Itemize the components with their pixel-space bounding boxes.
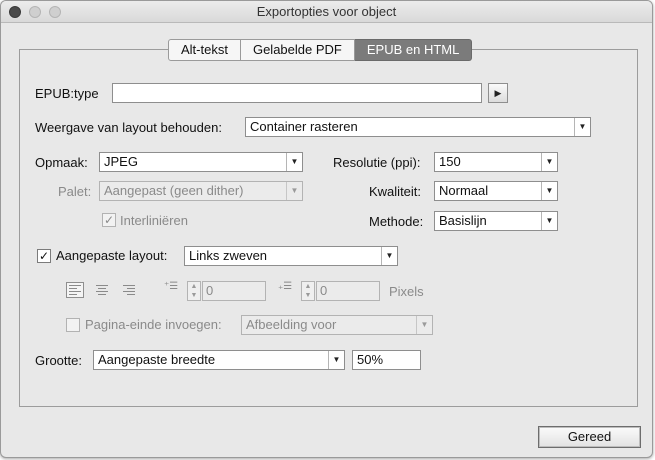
chevron-down-icon: ▼	[381, 247, 397, 265]
chevron-down-icon: ▼	[416, 316, 432, 334]
epub-type-menu-button[interactable]: ▶	[488, 83, 508, 103]
chevron-down-icon: ▼	[286, 182, 302, 200]
palette-value: Aangepast (geen dither)	[104, 183, 244, 198]
checkmark-icon: ✓	[103, 213, 115, 227]
space-after-input[interactable]: 0	[316, 281, 380, 301]
space-after-stepper[interactable]: ▲ ▼	[301, 281, 315, 301]
size-label: Grootte:	[35, 353, 82, 368]
chevron-down-icon: ▼	[574, 118, 590, 136]
chevron-down-icon: ▼	[541, 182, 557, 200]
space-before-icon: ⁺☰	[164, 281, 179, 292]
spacing-unit-label: Pixels	[389, 284, 424, 299]
resolution-value: 150	[439, 154, 461, 169]
align-center-icon[interactable]	[93, 282, 111, 298]
method-value: Basislijn	[439, 213, 487, 228]
chevron-down-icon: ▼	[541, 212, 557, 230]
resolution-select[interactable]: 150 ▼	[434, 152, 558, 172]
chevron-down-icon: ▼	[328, 351, 344, 369]
checkmark-icon: ✓	[38, 249, 50, 263]
format-select[interactable]: JPEG ▼	[99, 152, 303, 172]
tab-bar: Alt-tekst Gelabelde PDF EPUB en HTML	[168, 39, 473, 61]
page-break-select[interactable]: Afbeelding voor ▼	[241, 315, 433, 335]
page-break-label: Pagina-einde invoegen:	[85, 317, 222, 332]
epub-type-label: EPUB:type	[35, 86, 99, 101]
resolution-label: Resolutie (ppi):	[333, 155, 421, 170]
chevron-down-icon: ▼	[541, 153, 557, 171]
epub-type-input[interactable]	[112, 83, 482, 103]
quality-label: Kwaliteit:	[369, 184, 422, 199]
quality-select[interactable]: Normaal ▼	[434, 181, 558, 201]
custom-layout-select[interactable]: Links zweven ▼	[184, 246, 398, 266]
page-break-value: Afbeelding voor	[246, 317, 337, 332]
chevron-down-icon: ▼	[286, 153, 302, 171]
palette-select[interactable]: Aangepast (geen dither) ▼	[99, 181, 303, 201]
interlace-checkbox[interactable]: ✓	[102, 213, 116, 227]
layout-keep-label: Weergave van layout behouden:	[35, 120, 222, 135]
dialog-window: Exportopties voor object Alt-tekst Gelab…	[0, 0, 653, 458]
done-button[interactable]: Gereed	[538, 426, 641, 448]
palette-label: Palet:	[58, 184, 92, 199]
tab-tagged-pdf[interactable]: Gelabelde PDF	[240, 39, 355, 61]
custom-layout-checkbox[interactable]: ✓	[37, 249, 51, 263]
align-left-icon[interactable]	[66, 282, 84, 298]
tab-alt-text[interactable]: Alt-tekst	[168, 39, 241, 61]
quality-value: Normaal	[439, 183, 489, 198]
space-before-stepper[interactable]: ▲ ▼	[187, 281, 201, 301]
tab-epub-html[interactable]: EPUB en HTML	[354, 39, 473, 61]
play-arrow-icon: ▶	[494, 88, 502, 98]
custom-layout-label: Aangepaste layout:	[56, 248, 168, 263]
size-select[interactable]: Aangepaste breedte ▼	[93, 350, 345, 370]
method-select[interactable]: Basislijn ▼	[434, 211, 558, 231]
layout-keep-value: Container rasteren	[250, 119, 358, 134]
space-before-input[interactable]: 0	[202, 281, 266, 301]
align-right-icon[interactable]	[120, 282, 138, 298]
page-break-checkbox[interactable]	[66, 318, 80, 332]
window-title: Exportopties voor object	[256, 4, 397, 19]
format-value: JPEG	[104, 154, 138, 169]
size-value: Aangepaste breedte	[98, 352, 216, 367]
method-label: Methode:	[369, 214, 424, 229]
interlace-label: Interliniëren	[120, 213, 188, 228]
format-label: Opmaak:	[35, 155, 88, 170]
space-after-icon: ₊☰	[278, 281, 293, 292]
custom-layout-value: Links zweven	[189, 248, 268, 263]
layout-keep-select[interactable]: Container rasteren ▼	[245, 117, 591, 137]
size-percent-input[interactable]: 50%	[352, 350, 421, 370]
title-bar: Exportopties voor object	[1, 1, 652, 23]
